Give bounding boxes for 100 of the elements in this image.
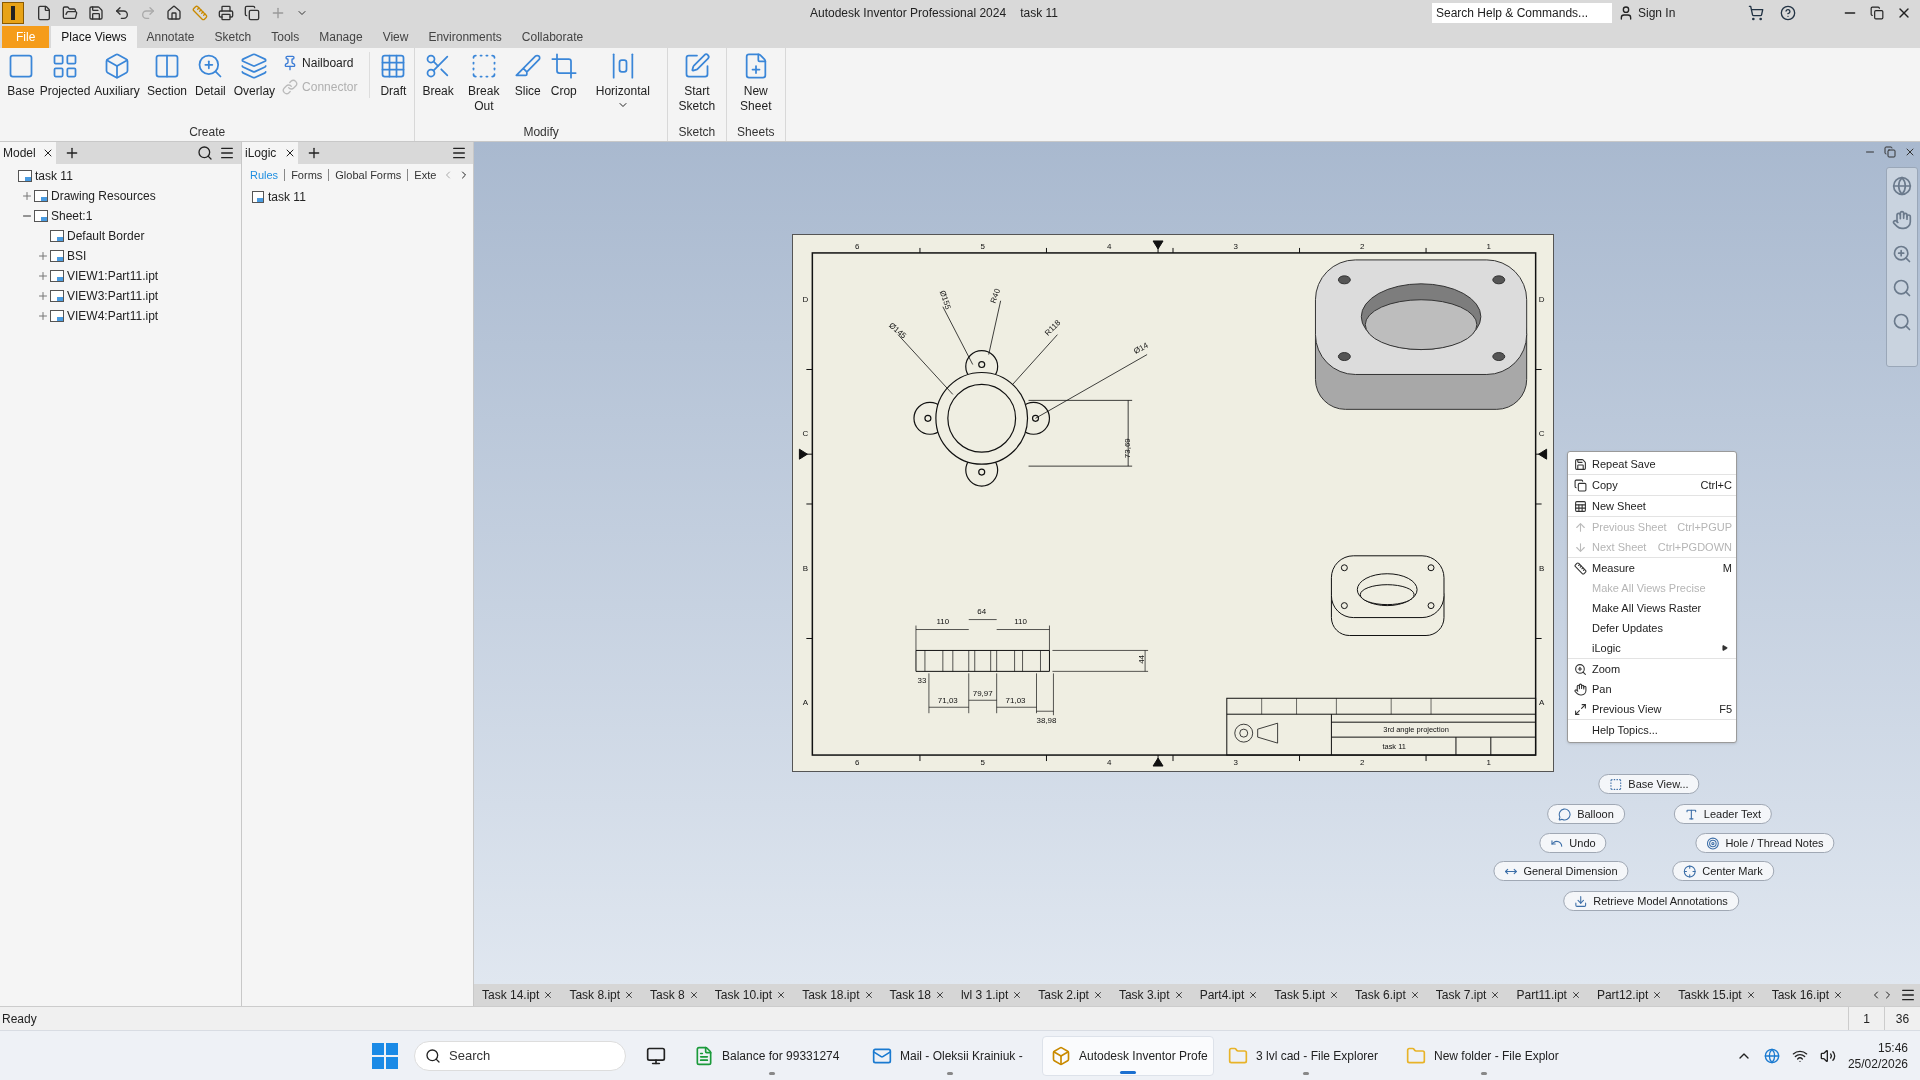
document-tab[interactable]: Task 8 bbox=[642, 984, 707, 1006]
taskbar-app[interactable]: 3 lvl cad - File Explorer bbox=[1220, 1035, 1392, 1076]
ribbon-button[interactable]: Overlay bbox=[230, 52, 279, 99]
marking-menu-button[interactable]: Hole / Thread Notes bbox=[1695, 833, 1835, 853]
document-tab[interactable]: Part12.ipt bbox=[1588, 984, 1671, 1006]
close-icon[interactable] bbox=[1092, 990, 1103, 1000]
ribbon-button[interactable]: Break bbox=[419, 52, 457, 99]
ribbon-button[interactable]: Section bbox=[144, 52, 191, 99]
close-icon[interactable] bbox=[863, 990, 874, 1000]
start-button[interactable] bbox=[372, 1042, 398, 1069]
tree-item[interactable]: VIEW1:Part11.ipt bbox=[67, 267, 159, 285]
menu-item[interactable]: Repeat Save bbox=[1568, 454, 1736, 474]
add-tab-icon[interactable] bbox=[306, 145, 322, 161]
tree-item[interactable]: BSI bbox=[67, 247, 87, 265]
close-icon[interactable] bbox=[284, 147, 296, 159]
sign-in-link[interactable]: Sign In bbox=[1638, 4, 1738, 22]
document-tab[interactable]: Task 5.ipt bbox=[1266, 984, 1348, 1006]
marking-menu-button[interactable]: General Dimension bbox=[1493, 861, 1629, 881]
close-icon[interactable] bbox=[1490, 990, 1501, 1000]
taskbar-app[interactable]: New folder - File Explor bbox=[1398, 1035, 1570, 1076]
search-field[interactable]: Search Help & Commands... bbox=[1432, 3, 1612, 23]
close-icon[interactable] bbox=[1329, 990, 1340, 1000]
marking-menu-button[interactable]: Undo bbox=[1539, 833, 1607, 853]
tree-item[interactable]: VIEW3:Part11.ipt bbox=[67, 287, 159, 305]
task-view-icon[interactable] bbox=[646, 1045, 666, 1066]
tree-item[interactable]: Drawing Resources bbox=[51, 187, 156, 205]
ribbon-button[interactable]: Draft bbox=[376, 52, 411, 99]
ribbon-button[interactable]: Auxiliary bbox=[92, 52, 142, 99]
restore-icon[interactable] bbox=[1870, 6, 1884, 20]
ribbon-button[interactable]: Slice bbox=[510, 52, 545, 99]
ribbon-button[interactable]: Horizontal bbox=[582, 52, 663, 111]
menu-item[interactable]: Help Topics... bbox=[1568, 720, 1736, 740]
close-icon[interactable] bbox=[42, 147, 54, 159]
menu-item[interactable]: Zoom bbox=[1568, 659, 1736, 679]
menu-item[interactable]: Copy Ctrl+C bbox=[1568, 475, 1736, 495]
save-icon[interactable] bbox=[88, 5, 104, 21]
tree-item[interactable]: task 11 bbox=[35, 167, 73, 185]
expand-icon[interactable] bbox=[37, 310, 49, 322]
ribbon-tab[interactable]: Sketch bbox=[204, 26, 262, 48]
ribbon-button[interactable]: Break Out bbox=[458, 52, 509, 114]
ribbon-button[interactable]: Projected bbox=[40, 52, 90, 99]
add-tab-icon[interactable] bbox=[64, 145, 80, 161]
volume-icon[interactable] bbox=[1819, 1047, 1836, 1064]
close-icon[interactable] bbox=[934, 990, 945, 1000]
open-folder-icon[interactable] bbox=[62, 5, 78, 21]
marking-menu-button[interactable]: Balloon bbox=[1547, 804, 1625, 824]
cart-icon[interactable] bbox=[1748, 5, 1764, 21]
menu-item[interactable]: Defer Updates bbox=[1568, 618, 1736, 638]
menu-icon[interactable] bbox=[219, 145, 235, 161]
ribbon-tab[interactable]: Place Views bbox=[51, 26, 137, 48]
zoom-window-icon[interactable] bbox=[1892, 278, 1912, 298]
close-icon[interactable] bbox=[1409, 990, 1420, 1000]
close-icon[interactable] bbox=[1904, 146, 1916, 158]
zoom-all-icon[interactable] bbox=[1892, 312, 1912, 332]
ribbon-button[interactable]: Start Sketch bbox=[671, 52, 722, 114]
expand-icon[interactable] bbox=[37, 270, 49, 282]
document-tab[interactable]: Task 14.ipt bbox=[474, 984, 562, 1006]
ribbon-button[interactable]: Crop bbox=[546, 52, 581, 99]
menu-item[interactable]: Previous View F5 bbox=[1568, 699, 1736, 719]
tree-item[interactable]: VIEW4:Part11.ipt bbox=[67, 307, 159, 325]
document-tab[interactable]: Task 6.ipt bbox=[1347, 984, 1428, 1006]
close-icon[interactable] bbox=[1012, 990, 1023, 1000]
document-tab[interactable]: Taskk 15.ipt bbox=[1670, 984, 1764, 1006]
ribbon-tab[interactable]: Environments bbox=[418, 26, 512, 48]
expand-icon[interactable] bbox=[37, 250, 49, 262]
menu-item[interactable]: Make All Views Raster bbox=[1568, 598, 1736, 618]
close-icon[interactable] bbox=[1248, 990, 1259, 1000]
marking-menu-button[interactable]: Leader Text bbox=[1673, 804, 1773, 824]
tree-item[interactable]: Sheet:1 bbox=[51, 207, 93, 225]
browser-tab[interactable]: iLogic bbox=[242, 142, 298, 164]
ribbon-button[interactable]: Base bbox=[4, 52, 38, 99]
menu-icon[interactable] bbox=[1900, 987, 1916, 1003]
document-tab[interactable]: Part11.ipt bbox=[1508, 984, 1589, 1006]
ribbon-tab[interactable]: Manage bbox=[309, 26, 373, 48]
help-icon[interactable] bbox=[1780, 5, 1796, 21]
menu-item[interactable]: Pan bbox=[1568, 679, 1736, 699]
clock-time[interactable]: 15:46 bbox=[1877, 1039, 1908, 1056]
search-input[interactable]: Search bbox=[449, 1045, 599, 1066]
menu-item[interactable]: New Sheet bbox=[1568, 496, 1736, 516]
document-tab[interactable]: Task 3.ipt bbox=[1110, 984, 1192, 1006]
close-icon[interactable] bbox=[1570, 990, 1581, 1000]
user-icon[interactable] bbox=[1618, 5, 1634, 21]
menu-item[interactable]: iLogic bbox=[1568, 638, 1736, 658]
expand-icon[interactable] bbox=[37, 290, 49, 302]
print-icon[interactable] bbox=[218, 5, 234, 21]
ribbon-tab[interactable]: Collaborate bbox=[511, 26, 594, 48]
ribbon-button[interactable]: Detail bbox=[192, 52, 229, 99]
close-icon[interactable] bbox=[1173, 990, 1184, 1000]
menu-item[interactable]: Measure M bbox=[1568, 558, 1736, 578]
expand-icon[interactable] bbox=[21, 190, 33, 202]
browser-subtab[interactable]: Global Forms bbox=[335, 166, 402, 184]
document-tab[interactable]: Task 2.ipt bbox=[1030, 984, 1111, 1006]
home-icon[interactable] bbox=[166, 5, 182, 21]
browser-tab[interactable]: Model bbox=[0, 142, 56, 164]
taskbar-app[interactable]: Mail - Oleksii Krainiuk - bbox=[864, 1035, 1036, 1076]
ribbon-tab[interactable]: View bbox=[372, 26, 419, 48]
app-logo-icon[interactable] bbox=[2, 2, 24, 24]
close-icon[interactable] bbox=[1745, 990, 1756, 1000]
document-tab[interactable]: Part4.ipt bbox=[1191, 984, 1267, 1006]
browser-subtab[interactable]: Exte bbox=[414, 166, 437, 184]
